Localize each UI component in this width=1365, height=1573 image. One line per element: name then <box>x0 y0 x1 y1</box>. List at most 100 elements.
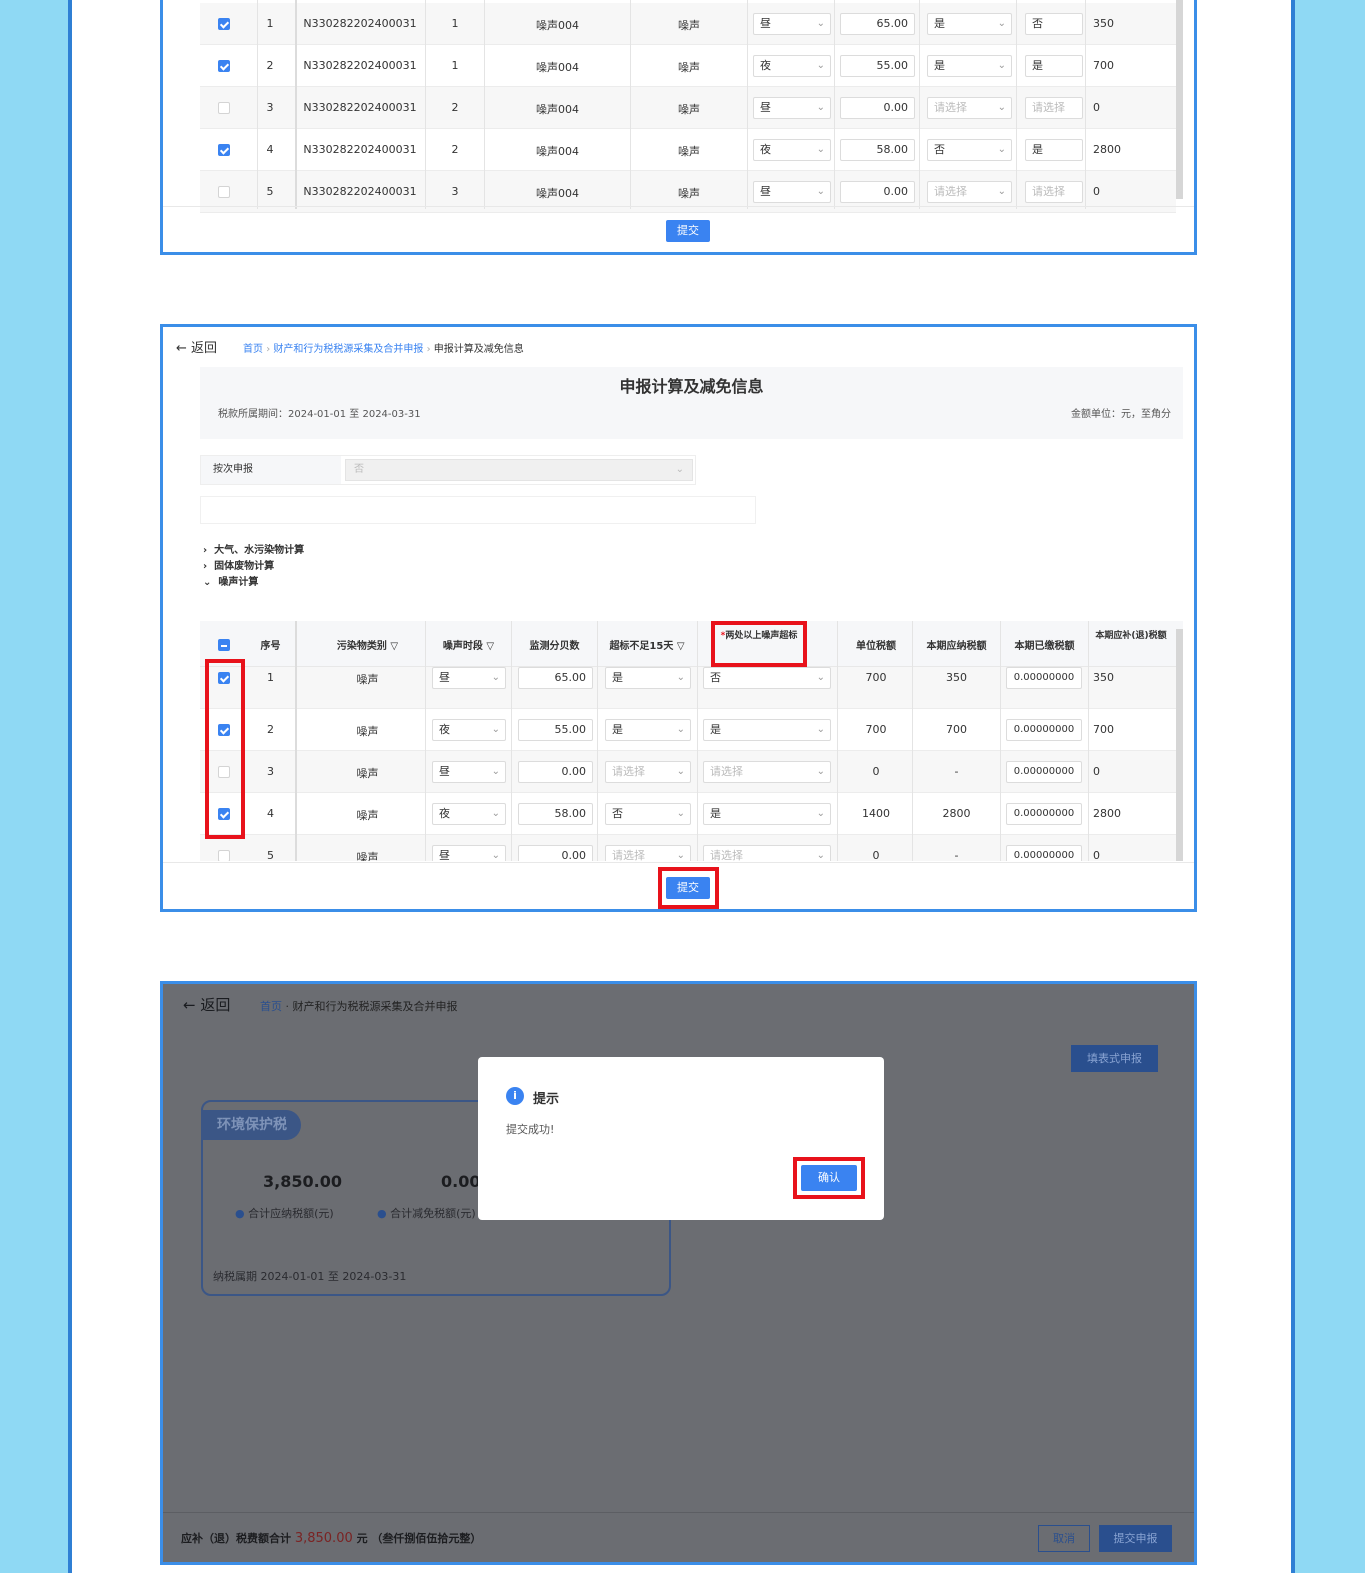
exceed-select[interactable]: 是 ⌄ <box>703 803 831 825</box>
period-select[interactable]: 夜 ⌄ <box>432 803 506 825</box>
table-row: 3 N330282202400031 2 噪声004 噪声 昼 ⌄ 0.00 请选… <box>200 87 1176 129</box>
under15-select[interactable]: 否 ⌄ <box>605 803 691 825</box>
db-input[interactable]: 0.00 <box>840 97 915 119</box>
paid-input[interactable]: 0.00000000 <box>1006 667 1082 689</box>
exceed-select[interactable]: 是 <box>1025 139 1083 161</box>
left-side-border <box>68 0 72 1573</box>
filter-icon[interactable]: ▽ <box>677 641 685 652</box>
under15-select[interactable]: 是 ⌄ <box>605 719 691 741</box>
paid-input[interactable]: 0.00000000 <box>1006 719 1082 741</box>
row-due: 2800 <box>942 807 971 820</box>
breadcrumb-home[interactable]: 首页 <box>260 1000 282 1013</box>
amount-due-label: ● 合计应纳税额(元) <box>235 1207 334 1220</box>
row-type: 噪声 <box>356 851 379 861</box>
dialog-message: 提交成功! <box>506 1123 555 1136</box>
noise-table: 序号 污染物类别 ▽ 噪声时段 ▽ 监测分贝数 超标不足15天 ▽ *两处以上噪… <box>200 621 1183 861</box>
paid-input[interactable]: 0.00000000 <box>1006 761 1082 783</box>
header-period[interactable]: 噪声时段 ▽ <box>426 637 511 652</box>
period-select[interactable]: 夜 ⌄ <box>753 139 831 161</box>
submit-declaration-button[interactable]: 提交申报 <box>1099 1525 1172 1552</box>
row-type: 噪声 <box>678 61 700 74</box>
period-select[interactable]: 昼 ⌄ <box>753 97 831 119</box>
row-checkbox[interactable] <box>218 60 230 72</box>
select-all-checkbox[interactable] <box>218 639 230 651</box>
under15-select[interactable]: 是 ⌄ <box>605 667 691 689</box>
cancel-button[interactable]: 取消 <box>1038 1525 1090 1552</box>
period-select[interactable]: 夜 ⌄ <box>753 55 831 77</box>
under15-select[interactable]: 请选择 ⌄ <box>605 845 691 861</box>
column-divider <box>1000 621 1001 861</box>
under15-select[interactable]: 否 ⌄ <box>927 139 1012 161</box>
row-checkbox[interactable] <box>218 850 230 861</box>
chevron-down-icon: ⌄ <box>816 724 825 735</box>
db-input[interactable]: 0.00 <box>518 845 593 861</box>
table-scrollbar[interactable] <box>1176 629 1183 861</box>
period-select[interactable]: 夜 ⌄ <box>432 719 506 741</box>
period-select[interactable]: 昼 ⌄ <box>432 761 506 783</box>
filter-icon[interactable]: ▽ <box>486 641 494 652</box>
chevron-down-icon: ⌄ <box>997 18 1006 29</box>
under15-select[interactable]: 请选择 ⌄ <box>927 181 1012 203</box>
row-checkbox[interactable] <box>218 18 230 30</box>
db-input[interactable]: 0.00 <box>840 181 915 203</box>
fill-form-button[interactable]: 填表式申报 <box>1071 1045 1158 1072</box>
section-solid-waste[interactable]: › 固体废物计算 <box>203 559 304 575</box>
header-type[interactable]: 污染物类别 ▽ <box>310 637 425 652</box>
exceed-select[interactable]: 请选择 <box>1025 181 1083 203</box>
exceed-select[interactable]: 是 <box>1025 55 1083 77</box>
db-input[interactable]: 65.00 <box>518 667 593 689</box>
row-no: 4 <box>267 807 274 820</box>
exceed-select[interactable]: 否 <box>1025 13 1083 35</box>
paid-input[interactable]: 0.00000000 <box>1006 803 1082 825</box>
exceed-select[interactable]: 请选择 <box>1025 97 1083 119</box>
total-summary: 应补（退）税费额合计 3,850.00 元 （叁仟捌佰伍拾元整） <box>181 1531 482 1546</box>
back-link[interactable]: ← 返回 <box>176 337 217 356</box>
breadcrumb-mid[interactable]: 财产和行为税税源采集及合并申报 <box>273 344 423 355</box>
under15-select[interactable]: 请选择 ⌄ <box>605 761 691 783</box>
exceed-select[interactable]: 请选择 ⌄ <box>703 761 831 783</box>
row-checkbox[interactable] <box>218 144 230 156</box>
amount-due: 3,850.00 <box>263 1172 342 1191</box>
db-input[interactable]: 55.00 <box>840 55 915 77</box>
row-no: 5 <box>266 185 274 198</box>
submit-button[interactable]: 提交 <box>666 220 710 242</box>
under15-select[interactable]: 是 ⌄ <box>927 13 1012 35</box>
exceed-select[interactable]: 是 ⌄ <box>703 719 831 741</box>
table-scrollbar[interactable] <box>1176 0 1183 199</box>
period-select[interactable]: 昼 ⌄ <box>432 845 506 861</box>
breadcrumb-home[interactable]: 首页 <box>243 344 263 355</box>
db-input[interactable]: 65.00 <box>840 13 915 35</box>
breadcrumb-mid[interactable]: 财产和行为税税源采集及合并申报 <box>293 1000 458 1013</box>
paid-input[interactable]: 0.00000000 <box>1006 845 1082 861</box>
row-no: 3 <box>267 765 274 778</box>
chevron-down-icon: ⌄ <box>491 766 500 777</box>
row-index: 3 <box>451 185 459 198</box>
exceed-select[interactable]: 请选择 ⌄ <box>703 845 831 861</box>
exceed-select[interactable]: 否 ⌄ <box>703 667 831 689</box>
chevron-down-icon: ⌄ <box>491 724 500 735</box>
period-select[interactable]: 昼 ⌄ <box>753 181 831 203</box>
db-input[interactable]: 0.00 <box>518 761 593 783</box>
panel-source-table: 1 N330282202400031 1 噪声004 噪声 昼 ⌄ 65.00 是… <box>160 0 1197 255</box>
header-under15[interactable]: 超标不足15天 ▽ <box>598 637 696 652</box>
section-noise[interactable]: ⌄ 噪声计算 <box>203 575 304 591</box>
per-declaration-select[interactable]: 否 ⌄ <box>345 459 693 481</box>
row-checkbox[interactable] <box>218 102 230 114</box>
back-link[interactable]: ← 返回 <box>183 994 230 1015</box>
column-divider <box>912 621 913 861</box>
filter-icon[interactable]: ▽ <box>390 641 398 652</box>
tax-card-tag: 环境保护税 <box>203 1110 301 1140</box>
period-select[interactable]: 昼 ⌄ <box>432 667 506 689</box>
db-input[interactable]: 55.00 <box>518 719 593 741</box>
row-checkbox[interactable] <box>218 186 230 198</box>
db-input[interactable]: 58.00 <box>840 139 915 161</box>
under15-select[interactable]: 是 ⌄ <box>927 55 1012 77</box>
under15-select[interactable]: 请选择 ⌄ <box>927 97 1012 119</box>
column-divider <box>484 0 485 209</box>
section-air-water[interactable]: › 大气、水污染物计算 <box>203 543 304 559</box>
row-type: 噪声 <box>678 103 700 116</box>
chevron-down-icon: ⌄ <box>816 186 825 197</box>
row-type: 噪声 <box>356 725 379 738</box>
db-input[interactable]: 58.00 <box>518 803 593 825</box>
period-select[interactable]: 昼 ⌄ <box>753 13 831 35</box>
